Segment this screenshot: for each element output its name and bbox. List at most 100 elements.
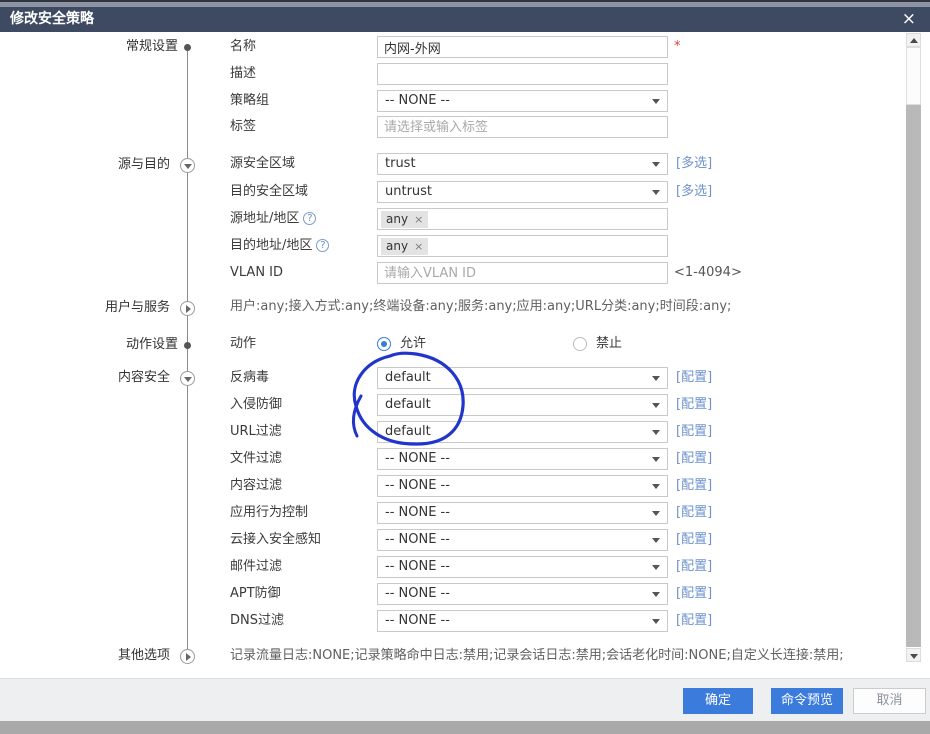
dst-zone-label: 目的安全区域 xyxy=(230,181,308,203)
profile-select[interactable]: default xyxy=(377,367,668,389)
dst-address-chip: any× xyxy=(381,238,428,255)
scrollbar-track[interactable] xyxy=(906,47,921,647)
profile-label: DNS过滤 xyxy=(230,610,284,632)
profile-label: 邮件过滤 xyxy=(230,556,282,578)
section-timeline xyxy=(187,47,188,657)
collapse-arrow-icon[interactable] xyxy=(180,371,195,386)
profile-label: 内容过滤 xyxy=(230,475,282,497)
profile-select[interactable]: -- NONE -- xyxy=(377,610,668,632)
section-general-dot-icon xyxy=(184,44,191,51)
security-profile-row: APT防御 -- NONE -- [配置] xyxy=(0,583,930,605)
help-icon[interactable]: ? xyxy=(316,239,329,252)
vlan-input[interactable] xyxy=(377,262,668,284)
security-profile-row: 内容过滤 -- NONE -- [配置] xyxy=(0,475,930,497)
name-label: 名称 xyxy=(230,36,256,58)
profile-configure-link[interactable]: [配置] xyxy=(676,529,712,551)
src-zone-value: trust xyxy=(385,154,416,174)
policy-group-row: 策略组 -- NONE -- xyxy=(0,90,930,112)
policy-group-select[interactable]: -- NONE -- xyxy=(377,90,668,112)
dropdown-arrow-icon xyxy=(652,430,660,435)
profile-select[interactable]: -- NONE -- xyxy=(377,502,668,524)
profile-configure-link[interactable]: [配置] xyxy=(676,583,712,605)
profile-configure-link[interactable]: [配置] xyxy=(676,448,712,470)
dst-address-row: 目的地址/地区? any× xyxy=(0,235,930,257)
policy-group-value: -- NONE -- xyxy=(385,91,450,111)
dropdown-arrow-icon xyxy=(652,162,660,167)
profile-select[interactable]: -- NONE -- xyxy=(377,583,668,605)
deny-radio-label[interactable]: 禁止 xyxy=(596,335,622,353)
description-input[interactable] xyxy=(377,63,668,85)
profile-select[interactable]: -- NONE -- xyxy=(377,475,668,497)
dialog-footer: 确定 命令预览 取消 xyxy=(0,678,930,721)
help-icon[interactable]: ? xyxy=(303,212,316,225)
dst-zone-select[interactable]: untrust xyxy=(377,181,668,203)
section-action-dot-icon xyxy=(184,342,191,349)
profile-value: default xyxy=(385,368,431,388)
dialog-body: 常规设置 源与目的 用户与服务 动作设置 内容安全 其他选项 名称 * 描述 策… xyxy=(0,32,930,678)
scrollbar-thumb[interactable] xyxy=(906,47,921,105)
profile-configure-link[interactable]: [配置] xyxy=(676,367,712,389)
profile-configure-link[interactable]: [配置] xyxy=(676,556,712,578)
expand-arrow-icon[interactable] xyxy=(180,649,195,664)
security-profile-row: 云接入安全感知 -- NONE -- [配置] xyxy=(0,529,930,551)
section-action: 动作设置 xyxy=(10,334,178,356)
profile-label: URL过滤 xyxy=(230,421,282,443)
src-zone-multi-select-link[interactable]: [多选] xyxy=(676,153,712,175)
action-label: 动作 xyxy=(230,335,256,353)
chevron-down-icon xyxy=(184,164,192,169)
profile-select[interactable]: default xyxy=(377,421,668,443)
section-source-dest: 源与目的 xyxy=(10,154,170,176)
dropdown-arrow-icon xyxy=(652,99,660,104)
dropdown-arrow-icon xyxy=(652,511,660,516)
cancel-button[interactable]: 取消 xyxy=(853,688,926,714)
section-other: 其他选项 xyxy=(10,645,170,667)
user-service-summary: 用户:any;接入方式:any;终端设备:any;服务:any;应用:any;U… xyxy=(230,298,731,316)
command-preview-button[interactable]: 命令预览 xyxy=(771,688,843,714)
src-address-field[interactable]: any× xyxy=(377,208,668,230)
expand-arrow-icon[interactable] xyxy=(180,301,195,316)
allow-radio-label[interactable]: 允许 xyxy=(400,335,426,353)
security-profile-row: URL过滤 default [配置] xyxy=(0,421,930,443)
chevron-right-icon xyxy=(186,305,191,313)
deny-radio[interactable] xyxy=(573,337,587,351)
chip-remove-icon[interactable]: × xyxy=(414,240,423,253)
profile-value: default xyxy=(385,422,431,442)
scroll-down-button[interactable] xyxy=(906,648,921,662)
vertical-scrollbar[interactable] xyxy=(906,32,921,678)
security-profile-row: 应用行为控制 -- NONE -- [配置] xyxy=(0,502,930,524)
allow-radio[interactable] xyxy=(377,337,391,351)
dropdown-arrow-icon xyxy=(652,403,660,408)
scroll-up-button[interactable] xyxy=(906,33,921,47)
profile-select[interactable]: default xyxy=(377,394,668,416)
dst-zone-multi-select-link[interactable]: [多选] xyxy=(676,181,712,203)
ok-button[interactable]: 确定 xyxy=(683,688,753,714)
close-icon[interactable]: × xyxy=(902,7,916,32)
profile-configure-link[interactable]: [配置] xyxy=(676,421,712,443)
dropdown-arrow-icon xyxy=(652,565,660,570)
profile-select[interactable]: -- NONE -- xyxy=(377,556,668,578)
description-label: 描述 xyxy=(230,63,256,85)
tag-row: 标签 xyxy=(0,116,930,138)
profile-label: 云接入安全感知 xyxy=(230,529,321,551)
profile-configure-link[interactable]: [配置] xyxy=(676,394,712,416)
src-zone-select[interactable]: trust xyxy=(377,153,668,175)
vlan-label: VLAN ID xyxy=(230,262,283,284)
tag-input[interactable] xyxy=(377,116,668,138)
collapse-arrow-icon[interactable] xyxy=(180,158,195,173)
dst-zone-value: untrust xyxy=(385,182,432,202)
dst-address-field[interactable]: any× xyxy=(377,235,668,257)
profile-configure-link[interactable]: [配置] xyxy=(676,502,712,524)
profile-select[interactable]: -- NONE -- xyxy=(377,529,668,551)
profile-configure-link[interactable]: [配置] xyxy=(676,475,712,497)
dropdown-arrow-icon xyxy=(652,538,660,543)
profile-value: -- NONE -- xyxy=(385,449,450,469)
chip-remove-icon[interactable]: × xyxy=(414,213,423,226)
name-input[interactable] xyxy=(377,36,668,58)
description-row: 描述 xyxy=(0,63,930,85)
profile-configure-link[interactable]: [配置] xyxy=(676,610,712,632)
section-content-security: 内容安全 xyxy=(10,367,170,389)
profile-select[interactable]: -- NONE -- xyxy=(377,448,668,470)
profile-label: 应用行为控制 xyxy=(230,502,308,524)
profile-label: 文件过滤 xyxy=(230,448,282,470)
policy-group-label: 策略组 xyxy=(230,90,269,112)
